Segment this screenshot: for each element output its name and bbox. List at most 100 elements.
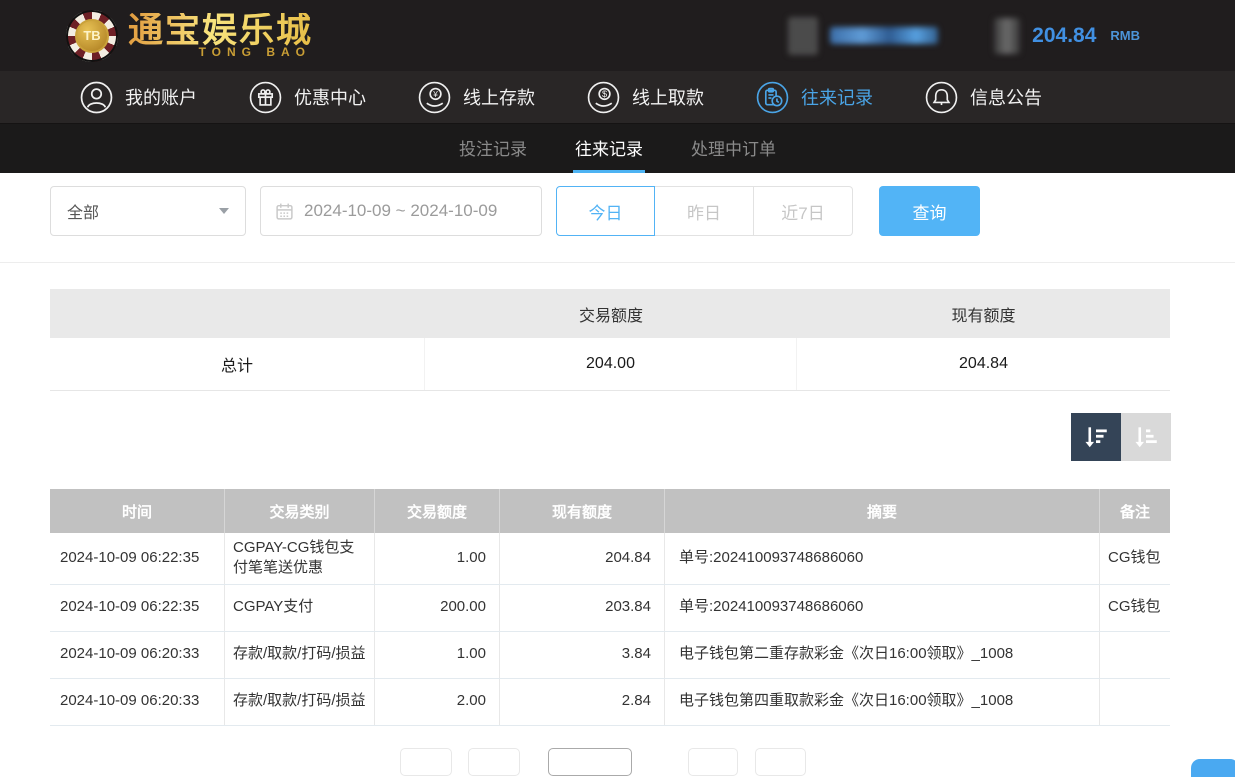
user-avatar-icon: [788, 17, 818, 55]
record-subtabs: 投注记录 往来记录 处理中订单: [0, 124, 1235, 173]
nav-item-deposit[interactable]: ¥ 线上存款: [418, 81, 535, 114]
cell-balance: 204.84: [500, 533, 665, 584]
user-icon: [80, 81, 113, 114]
cell-note: [1100, 679, 1170, 725]
col-note: 备注: [1100, 489, 1170, 533]
summary-total-label: 总计: [50, 338, 425, 390]
cell-summary: 电子钱包第四重取款彩金《次日16:00领取》_1008: [665, 679, 1100, 725]
table-header-row: 时间 交易类别 交易额度 现有额度 摘要 备注: [50, 489, 1170, 533]
pagination-page-input[interactable]: [548, 748, 632, 776]
table-row: 2024-10-09 06:22:35 CGPAY-CG钱包支付笔笔送优惠 1.…: [50, 533, 1170, 585]
cell-time: 2024-10-09 06:22:35: [50, 585, 225, 631]
back-to-top-button[interactable]: [1191, 759, 1235, 777]
deposit-icon: ¥: [418, 81, 451, 114]
search-button[interactable]: 查询: [879, 186, 980, 236]
site-logo[interactable]: TB 通宝娱乐城 TONG BAO: [66, 10, 313, 62]
sort-controls: [0, 413, 1171, 461]
summary-transaction-amount: 204.00: [425, 338, 797, 390]
cell-amount: 200.00: [375, 585, 500, 631]
nav-item-promotions[interactable]: 优惠中心: [249, 81, 366, 114]
balance-currency: RMB: [1110, 28, 1140, 43]
records-icon: [756, 81, 789, 114]
table-row: 2024-10-09 06:22:35 CGPAY支付 200.00 203.8…: [50, 585, 1170, 632]
username-redacted: [830, 27, 938, 44]
chevron-down-icon: [219, 208, 229, 214]
tab-processing-orders[interactable]: 处理中订单: [689, 124, 778, 173]
nav-item-withdraw[interactable]: $ 线上取款: [587, 81, 704, 114]
quick-range-7days[interactable]: 近7日: [754, 186, 853, 236]
cell-balance: 3.84: [500, 632, 665, 678]
account-area: 204.84 RMB: [788, 17, 1140, 55]
quick-range-yesterday[interactable]: 昨日: [655, 186, 754, 236]
nav-item-my-account[interactable]: 我的账户: [80, 81, 197, 114]
user-group: [788, 17, 938, 55]
cell-balance: 2.84: [500, 679, 665, 725]
records-table: 时间 交易类别 交易额度 现有额度 摘要 备注 2024-10-09 06:22…: [50, 489, 1170, 726]
pagination-prev-button[interactable]: [468, 748, 520, 776]
section-divider: [0, 262, 1235, 263]
bell-icon: [925, 81, 958, 114]
date-range-picker[interactable]: 2024-10-09 ~ 2024-10-09: [260, 186, 542, 236]
cell-balance: 203.84: [500, 585, 665, 631]
type-select-value: 全部: [67, 199, 99, 223]
top-header: TB 通宝娱乐城 TONG BAO 204.84 RMB: [0, 0, 1235, 71]
balance-group: 204.84 RMB: [952, 18, 1140, 54]
cell-type: CGPAY-CG钱包支付笔笔送优惠: [225, 533, 375, 584]
cell-time: 2024-10-09 06:20:33: [50, 679, 225, 725]
cell-type: CGPAY支付: [225, 585, 375, 631]
quick-range-today[interactable]: 今日: [556, 186, 655, 236]
summary-col-empty: [50, 289, 425, 338]
date-range-value: 2024-10-09 ~ 2024-10-09: [304, 201, 497, 221]
casino-chip-icon: TB: [66, 10, 118, 62]
summary-total-row: 总计 204.00 204.84: [50, 338, 1170, 391]
cell-time: 2024-10-09 06:20:33: [50, 632, 225, 678]
cell-amount: 2.00: [375, 679, 500, 725]
summary-current-amount: 204.84: [797, 338, 1170, 390]
cell-note: [1100, 632, 1170, 678]
logo-text: 通宝娱乐城 TONG BAO: [128, 13, 313, 59]
summary-table: 交易额度 现有额度 总计 204.00 204.84: [50, 289, 1170, 391]
svg-text:$: $: [602, 89, 607, 99]
cell-amount: 1.00: [375, 632, 500, 678]
cell-type: 存款/取款/打码/损益: [225, 632, 375, 678]
sort-descending-button[interactable]: [1071, 413, 1121, 461]
table-row: 2024-10-09 06:20:33 存款/取款/打码/损益 1.00 3.8…: [50, 632, 1170, 679]
nav-item-transaction-records[interactable]: 往来记录: [756, 81, 873, 114]
pagination-last-button[interactable]: [755, 748, 806, 776]
col-type: 交易类别: [225, 489, 375, 533]
quick-range-group: 今日 昨日 近7日: [556, 186, 853, 236]
sort-ascending-button[interactable]: [1121, 413, 1171, 461]
withdraw-icon: $: [587, 81, 620, 114]
logo-title: 通宝娱乐城: [128, 13, 313, 48]
cell-note: CG钱包: [1100, 585, 1170, 631]
nav-item-announcements[interactable]: 信息公告: [925, 81, 1042, 114]
balance-amount: 204.84: [1032, 24, 1096, 48]
pagination-first-button[interactable]: [400, 748, 452, 776]
col-time: 时间: [50, 489, 225, 533]
type-select[interactable]: 全部: [50, 186, 246, 236]
col-balance: 现有额度: [500, 489, 665, 533]
summary-col-current: 现有额度: [797, 289, 1170, 338]
logo-subtitle: TONG BAO: [128, 45, 313, 59]
col-amount: 交易额度: [375, 489, 500, 533]
cell-summary: 单号:202410093748686060: [665, 585, 1100, 631]
tab-betting-records[interactable]: 投注记录: [457, 124, 529, 173]
tab-transaction-records[interactable]: 往来记录: [573, 124, 645, 173]
pagination-next-button[interactable]: [688, 748, 738, 776]
col-summary: 摘要: [665, 489, 1100, 533]
cell-time: 2024-10-09 06:22:35: [50, 533, 225, 584]
main-nav: 我的账户 优惠中心 ¥ 线上存款: [0, 71, 1235, 124]
gift-icon: [249, 81, 282, 114]
wallet-icon: [994, 18, 1020, 54]
summary-col-transaction: 交易额度: [425, 289, 797, 338]
summary-header-row: 交易额度 现有额度: [50, 289, 1170, 338]
chip-monogram: TB: [75, 19, 109, 53]
cell-summary: 电子钱包第二重存款彩金《次日16:00领取》_1008: [665, 632, 1100, 678]
svg-text:¥: ¥: [432, 89, 438, 98]
filter-bar: 全部 2024-10-09 ~ 2024-10-09 今日 昨日 近7日 查询: [50, 186, 1235, 236]
calendar-icon: [275, 202, 294, 221]
table-row: 2024-10-09 06:20:33 存款/取款/打码/损益 2.00 2.8…: [50, 679, 1170, 726]
cell-note: CG钱包: [1100, 533, 1170, 584]
cell-summary: 单号:202410093748686060: [665, 533, 1100, 584]
cell-amount: 1.00: [375, 533, 500, 584]
